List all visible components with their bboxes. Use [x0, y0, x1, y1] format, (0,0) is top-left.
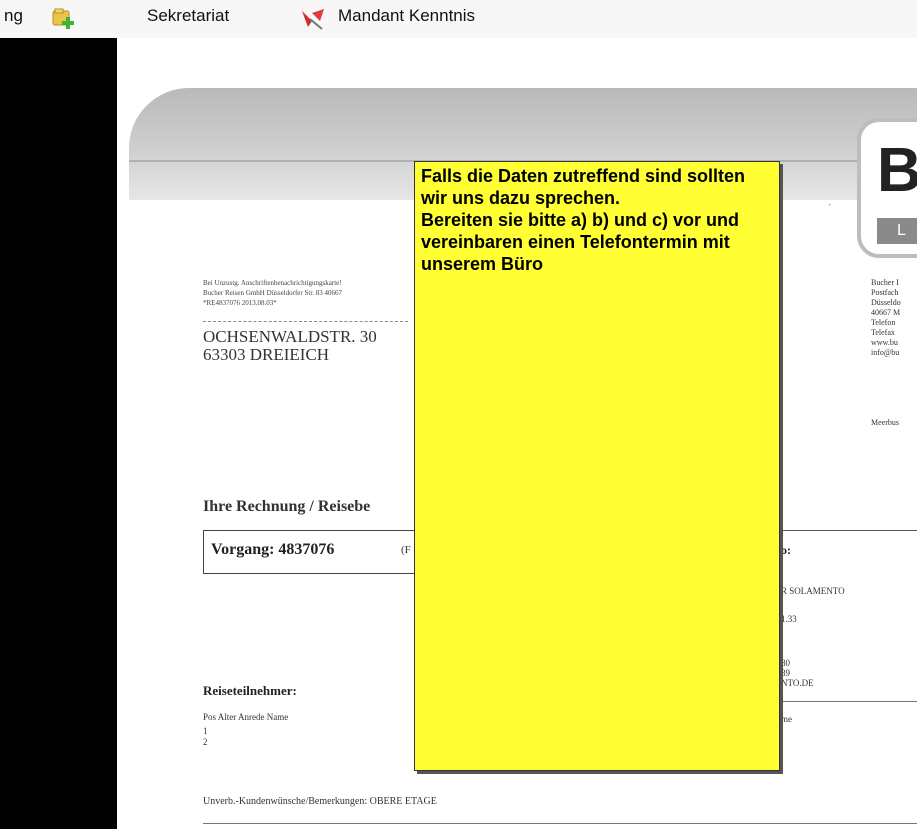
vorgang-number: Vorgang: 4837076	[211, 541, 335, 558]
sticky-note[interactable]: Falls die Daten zutreffend sind sollten …	[414, 161, 780, 771]
right-frame-top	[782, 530, 917, 531]
hotel-name: R SOLAMENTO	[781, 586, 845, 596]
meerbus-text: Meerbus	[871, 418, 899, 427]
recipient-address: OCHSENWALDSTR. 30 63303 DREIEICH	[203, 328, 377, 364]
green-plus-icon[interactable]	[51, 8, 79, 30]
contact-line: Telefon	[871, 318, 896, 327]
sender-divider	[203, 321, 408, 322]
sekretariat-button[interactable]: Sekretariat	[147, 6, 229, 26]
hotel-contact-line: NTO.DE	[781, 678, 814, 688]
hotel-contact: 80 89 NTO.DE	[781, 658, 814, 688]
hotel-contact-line: 89	[781, 668, 790, 678]
contact-line: Telefax	[871, 328, 895, 337]
bottom-divider	[203, 823, 917, 824]
vorgang-sub: (F	[401, 544, 411, 556]
left-black-panel	[0, 38, 117, 829]
scan-mark: ·	[827, 196, 833, 213]
company-contact-block: Bucher I Postfach Düsseldo 40667 M Telef…	[871, 278, 901, 358]
toolbar: ng Sekretariat Mandant Kenntnis	[0, 0, 917, 39]
contact-line: Düsseldo	[871, 298, 901, 307]
right-column-fragment: me	[781, 714, 792, 724]
invoice-title: Ihre Rechnung / Reisebe	[203, 498, 371, 515]
company-logo-text: BU	[877, 136, 917, 205]
customer-remarks: Unverb.-Kundenwünsche/Bemerkungen: OBERE…	[203, 796, 437, 807]
contact-line: info@bu	[871, 348, 900, 357]
contact-line: Postfach	[871, 288, 899, 297]
sender-block: Bei Unzustg. Anschriftenbenachrichtigung…	[203, 278, 342, 308]
contact-line: 40667 M	[871, 308, 901, 317]
participants-heading: Reiseteilnehmer:	[203, 683, 297, 698]
participants-columns: Pos Alter Anrede Name	[203, 712, 289, 722]
right-frame-bottom	[782, 701, 917, 702]
contact-line: Bucher I	[871, 278, 899, 287]
participant-row: 2	[203, 737, 208, 747]
right-label: o:	[781, 543, 791, 557]
participant-row: 1	[203, 726, 208, 736]
red-pushpin-icon[interactable]	[298, 7, 328, 31]
hotel-contact-line: 80	[781, 658, 790, 668]
mandant-kenntnis-button[interactable]: Mandant Kenntnis	[338, 6, 475, 26]
sender-line: *RE4837076 2013.08.03*	[203, 299, 277, 307]
sender-line: Bucher Reisen GmbH Düsseldorfer Str. 83 …	[203, 289, 343, 297]
address-line: 63303 DREIEICH	[203, 345, 330, 364]
toolbar-partial-item[interactable]: ng	[4, 6, 23, 26]
address-line: OCHSENWALDSTR. 30	[203, 327, 377, 346]
sender-line: Bei Unzustg. Anschriftenbenachrichtigung…	[203, 279, 342, 287]
hotel-number: 1.33	[781, 614, 797, 624]
contact-line: www.bu	[871, 338, 898, 347]
company-logo-sub: L	[877, 218, 917, 244]
